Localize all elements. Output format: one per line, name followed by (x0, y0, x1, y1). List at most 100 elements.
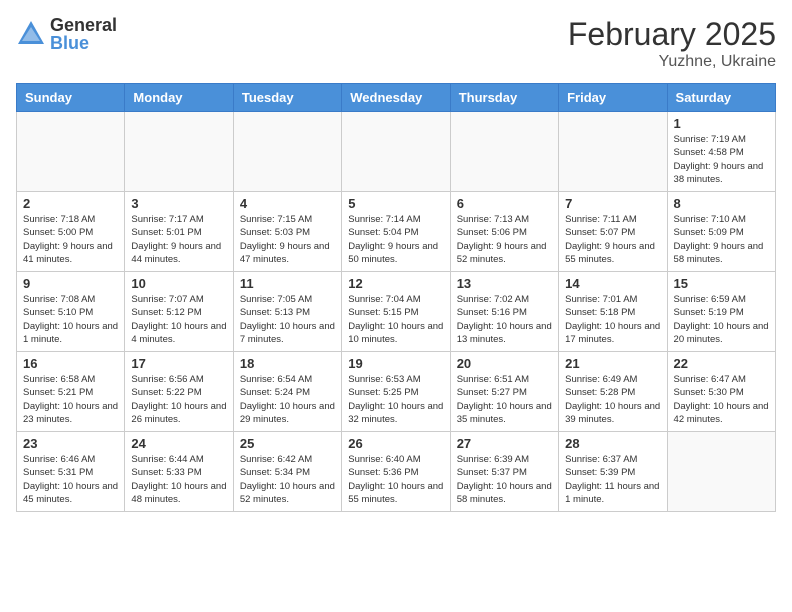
day-info: Sunrise: 6:58 AM Sunset: 5:21 PM Dayligh… (23, 373, 118, 426)
col-tuesday: Tuesday (233, 84, 341, 112)
table-row: 11 Sunrise: 7:05 AM Sunset: 5:13 PM Dayli… (233, 272, 341, 352)
logo: General Blue (16, 16, 117, 52)
day-info: Sunrise: 7:02 AM Sunset: 5:16 PM Dayligh… (457, 293, 552, 346)
table-row: 23 Sunrise: 6:46 AM Sunset: 5:31 PM Dayli… (17, 432, 125, 512)
table-row: 24Sunrise: 6:44 AM Sunset: 5:33 PM Dayli… (125, 432, 233, 512)
table-row: 27 Sunrise: 6:39 AM Sunset: 5:37 PM Dayli… (450, 432, 558, 512)
day-info: Sunrise: 6:49 AM Sunset: 5:28 PM Dayligh… (565, 373, 660, 426)
table-row: 16 Sunrise: 6:58 AM Sunset: 5:21 PM Dayli… (17, 352, 125, 432)
day-number: 15 (674, 276, 769, 291)
day-number: 10 (131, 276, 226, 291)
day-number: 6 (457, 196, 552, 211)
day-info: Sunrise: 7:18 AM Sunset: 5:00 PM Dayligh… (23, 213, 118, 266)
day-number: 25 (240, 436, 335, 451)
table-row: 20 Sunrise: 6:51 AM Sunset: 5:27 PM Dayli… (450, 352, 558, 432)
col-friday: Friday (559, 84, 667, 112)
col-sunday: Sunday (17, 84, 125, 112)
day-info: Sunrise: 6:42 AM Sunset: 5:34 PM Dayligh… (240, 453, 335, 506)
day-number: 5 (348, 196, 443, 211)
day-number: 11 (240, 276, 335, 291)
day-number: 20 (457, 356, 552, 371)
day-number: 8 (674, 196, 769, 211)
logo-text: General Blue (50, 16, 117, 52)
day-number: 21 (565, 356, 660, 371)
table-row: 9 Sunrise: 7:08 AM Sunset: 5:10 PM Daylig… (17, 272, 125, 352)
table-row: 28 Sunrise: 6:37 AM Sunset: 5:39 PM Dayli… (559, 432, 667, 512)
table-row (233, 112, 341, 192)
table-row: 25 Sunrise: 6:42 AM Sunset: 5:34 PM Dayli… (233, 432, 341, 512)
day-info: Sunrise: 7:01 AM Sunset: 5:18 PM Dayligh… (565, 293, 660, 346)
calendar-week-row: 9 Sunrise: 7:08 AM Sunset: 5:10 PM Daylig… (17, 272, 776, 352)
calendar-table: Sunday Monday Tuesday Wednesday Thursday… (16, 83, 776, 512)
calendar-week-row: 16 Sunrise: 6:58 AM Sunset: 5:21 PM Dayli… (17, 352, 776, 432)
day-info: Sunrise: 6:54 AM Sunset: 5:24 PM Dayligh… (240, 373, 335, 426)
location-subtitle: Yuzhne, Ukraine (568, 53, 776, 71)
day-info: Sunrise: 6:56 AM Sunset: 5:22 PM Dayligh… (131, 373, 226, 426)
title-section: February 2025 Yuzhne, Ukraine (568, 16, 776, 71)
day-number: 27 (457, 436, 552, 451)
table-row: 7 Sunrise: 7:11 AM Sunset: 5:07 PM Daylig… (559, 192, 667, 272)
table-row (342, 112, 450, 192)
table-row: 19 Sunrise: 6:53 AM Sunset: 5:25 PM Dayli… (342, 352, 450, 432)
calendar-week-row: 1Sunrise: 7:19 AM Sunset: 4:58 PM Daylig… (17, 112, 776, 192)
day-info: Sunrise: 7:05 AM Sunset: 5:13 PM Dayligh… (240, 293, 335, 346)
table-row: 17 Sunrise: 6:56 AM Sunset: 5:22 PM Dayli… (125, 352, 233, 432)
month-year-title: February 2025 (568, 16, 776, 53)
day-info: Sunrise: 7:10 AM Sunset: 5:09 PM Dayligh… (674, 213, 769, 266)
day-number: 1 (674, 116, 769, 131)
table-row: 6 Sunrise: 7:13 AM Sunset: 5:06 PM Daylig… (450, 192, 558, 272)
day-info: Sunrise: 7:08 AM Sunset: 5:10 PM Dayligh… (23, 293, 118, 346)
day-number: 7 (565, 196, 660, 211)
day-number: 9 (23, 276, 118, 291)
table-row: 21 Sunrise: 6:49 AM Sunset: 5:28 PM Dayli… (559, 352, 667, 432)
day-number: 2 (23, 196, 118, 211)
calendar-week-row: 23 Sunrise: 6:46 AM Sunset: 5:31 PM Dayli… (17, 432, 776, 512)
day-info: Sunrise: 6:46 AM Sunset: 5:31 PM Dayligh… (23, 453, 118, 506)
day-info: Sunrise: 6:40 AM Sunset: 5:36 PM Dayligh… (348, 453, 443, 506)
day-info: Sunrise: 7:14 AM Sunset: 5:04 PM Dayligh… (348, 213, 443, 266)
day-info: Sunrise: 6:53 AM Sunset: 5:25 PM Dayligh… (348, 373, 443, 426)
logo-general-text: General (50, 16, 117, 34)
table-row (559, 112, 667, 192)
day-info: Sunrise: 7:15 AM Sunset: 5:03 PM Dayligh… (240, 213, 335, 266)
table-row: 3 Sunrise: 7:17 AM Sunset: 5:01 PM Daylig… (125, 192, 233, 272)
col-monday: Monday (125, 84, 233, 112)
day-number: 17 (131, 356, 226, 371)
table-row: 8 Sunrise: 7:10 AM Sunset: 5:09 PM Daylig… (667, 192, 775, 272)
col-wednesday: Wednesday (342, 84, 450, 112)
table-row: 14Sunrise: 7:01 AM Sunset: 5:18 PM Dayli… (559, 272, 667, 352)
day-number: 12 (348, 276, 443, 291)
day-info: Sunrise: 6:47 AM Sunset: 5:30 PM Dayligh… (674, 373, 769, 426)
calendar-week-row: 2 Sunrise: 7:18 AM Sunset: 5:00 PM Daylig… (17, 192, 776, 272)
col-saturday: Saturday (667, 84, 775, 112)
table-row (125, 112, 233, 192)
day-number: 4 (240, 196, 335, 211)
day-number: 16 (23, 356, 118, 371)
calendar-header-row: Sunday Monday Tuesday Wednesday Thursday… (17, 84, 776, 112)
table-row: 5 Sunrise: 7:14 AM Sunset: 5:04 PM Daylig… (342, 192, 450, 272)
day-number: 3 (131, 196, 226, 211)
page-header: General Blue February 2025 Yuzhne, Ukrai… (16, 16, 776, 71)
day-info: Sunrise: 6:39 AM Sunset: 5:37 PM Dayligh… (457, 453, 552, 506)
day-info: Sunrise: 6:37 AM Sunset: 5:39 PM Dayligh… (565, 453, 660, 506)
day-info: Sunrise: 7:04 AM Sunset: 5:15 PM Dayligh… (348, 293, 443, 346)
table-row: 1Sunrise: 7:19 AM Sunset: 4:58 PM Daylig… (667, 112, 775, 192)
logo-icon (16, 19, 46, 49)
day-info: Sunrise: 7:11 AM Sunset: 5:07 PM Dayligh… (565, 213, 660, 266)
day-number: 19 (348, 356, 443, 371)
day-info: Sunrise: 7:17 AM Sunset: 5:01 PM Dayligh… (131, 213, 226, 266)
day-number: 23 (23, 436, 118, 451)
table-row: 12 Sunrise: 7:04 AM Sunset: 5:15 PM Dayli… (342, 272, 450, 352)
day-number: 28 (565, 436, 660, 451)
table-row: 13 Sunrise: 7:02 AM Sunset: 5:16 PM Dayli… (450, 272, 558, 352)
table-row: 4 Sunrise: 7:15 AM Sunset: 5:03 PM Daylig… (233, 192, 341, 272)
day-info: Sunrise: 6:44 AM Sunset: 5:33 PM Dayligh… (131, 453, 226, 506)
day-number: 13 (457, 276, 552, 291)
day-info: Sunrise: 7:13 AM Sunset: 5:06 PM Dayligh… (457, 213, 552, 266)
table-row: 22Sunrise: 6:47 AM Sunset: 5:30 PM Dayli… (667, 352, 775, 432)
table-row: 15Sunrise: 6:59 AM Sunset: 5:19 PM Dayli… (667, 272, 775, 352)
table-row: 18Sunrise: 6:54 AM Sunset: 5:24 PM Dayli… (233, 352, 341, 432)
day-info: Sunrise: 7:07 AM Sunset: 5:12 PM Dayligh… (131, 293, 226, 346)
table-row (450, 112, 558, 192)
day-info: Sunrise: 6:51 AM Sunset: 5:27 PM Dayligh… (457, 373, 552, 426)
